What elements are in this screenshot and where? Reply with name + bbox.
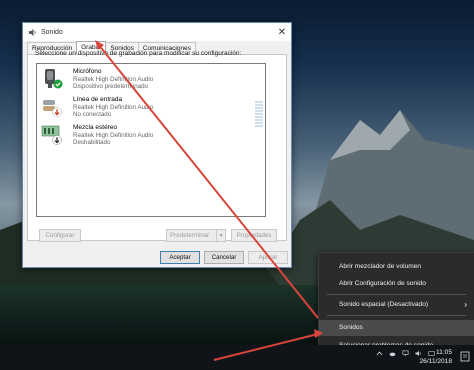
annotation-arrow-to-sounds-item bbox=[213, 333, 319, 361]
annotation-arrows bbox=[95, 40, 323, 361]
annotation-arrow-to-recording-tab bbox=[97, 43, 319, 319]
